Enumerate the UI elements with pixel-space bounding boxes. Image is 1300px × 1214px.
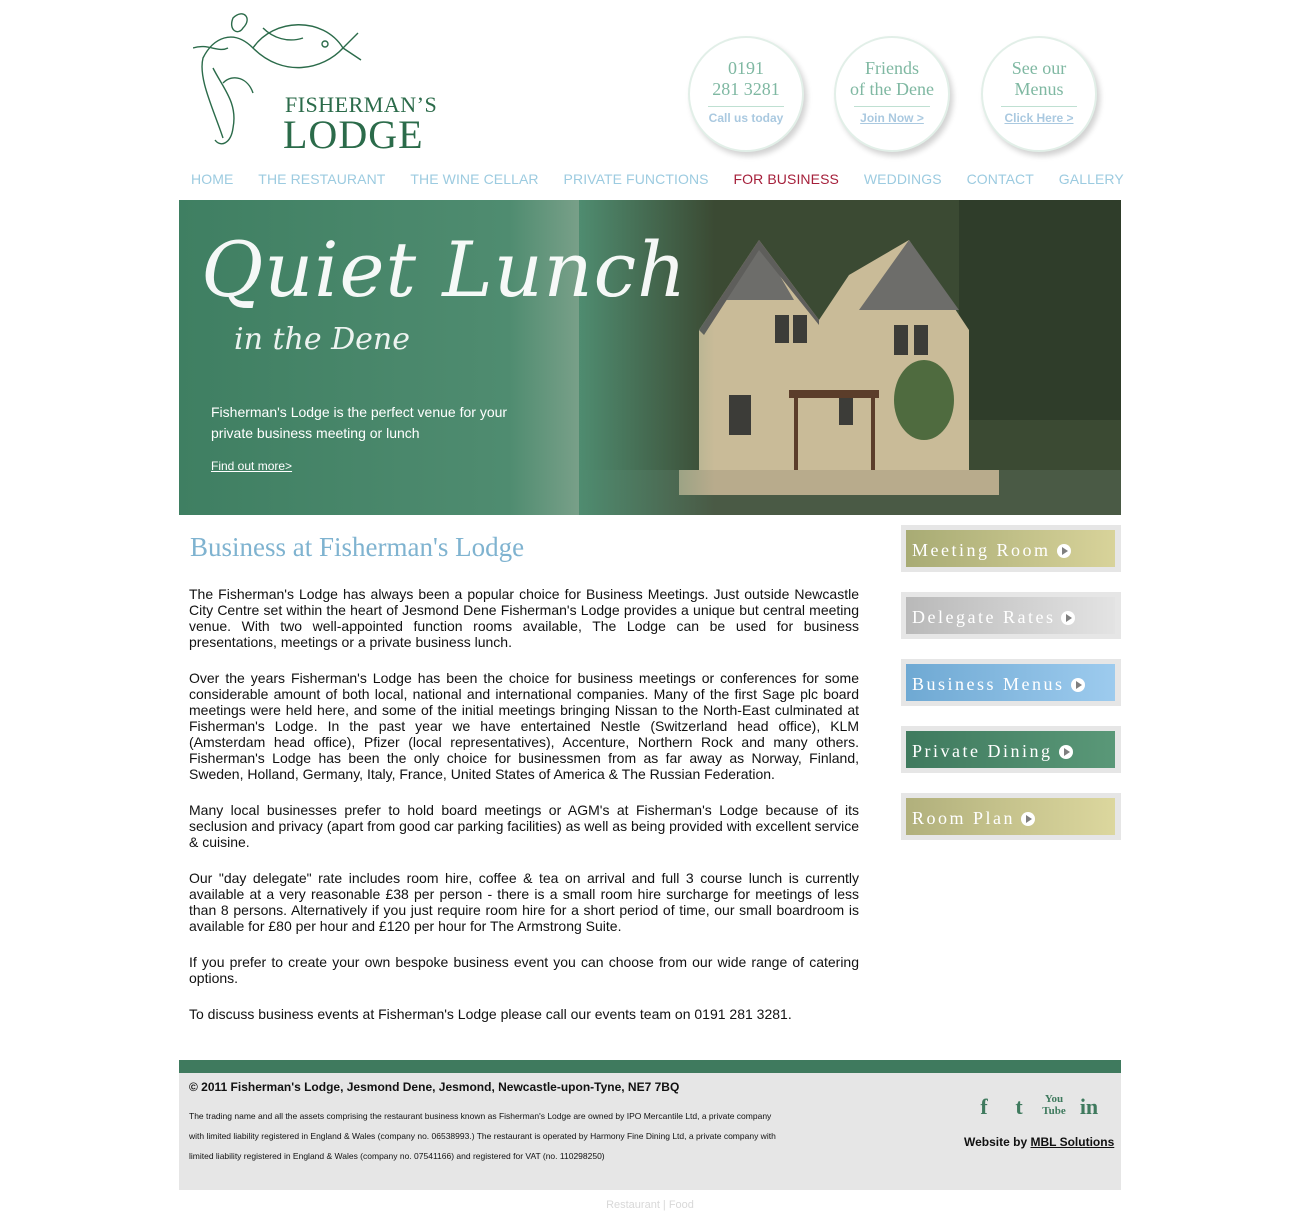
nav-private-functions[interactable]: PRIVATE FUNCTIONS xyxy=(564,171,709,187)
arrow-right-icon xyxy=(1021,811,1036,826)
nav-restaurant[interactable]: THE RESTAURANT xyxy=(258,171,385,187)
social-links: f t You Tube in xyxy=(971,1093,1111,1120)
logo-text-bottom: LODGE xyxy=(283,112,424,157)
phone-line-2: 281 3281 xyxy=(712,79,780,99)
menus-circle[interactable]: See our Menus Click Here > xyxy=(981,36,1097,152)
friends-circle[interactable]: Friends of the Dene Join Now > xyxy=(834,36,950,152)
nav-contact[interactable]: CONTACT xyxy=(967,171,1034,187)
paragraph: Many local businesses prefer to hold boa… xyxy=(189,802,859,850)
main-nav: HOME THE RESTAURANT THE WINE CELLAR PRIV… xyxy=(191,171,1145,187)
logo[interactable]: FISHERMAN’S LODGE xyxy=(192,8,437,157)
circle-divider xyxy=(1001,106,1077,107)
delegate-rates-label: Delegate Rates xyxy=(912,607,1056,627)
business-menus-label: Business Menus xyxy=(912,674,1065,694)
facebook-icon[interactable]: f xyxy=(971,1094,997,1120)
arrow-right-icon xyxy=(1056,543,1071,558)
footer: © 2011 Fisherman's Lodge, Jesmond Dene, … xyxy=(179,1073,1121,1190)
friends-line-2: of the Dene xyxy=(850,79,934,99)
main-body: The Fisherman's Lodge has always been a … xyxy=(189,586,859,1042)
meeting-room-label: Meeting Room xyxy=(912,540,1051,560)
call-us-circle[interactable]: 0191 281 3281 Call us today xyxy=(688,36,804,152)
menus-line-1: See our xyxy=(1011,58,1067,78)
banner-script-subtitle: in the Dene xyxy=(234,322,411,357)
delegate-rates-button[interactable]: Delegate Rates xyxy=(901,592,1121,639)
circle-divider xyxy=(854,106,930,107)
find-out-more-link[interactable]: Find out more> xyxy=(211,459,292,473)
nav-gallery[interactable]: GALLERY xyxy=(1059,171,1124,187)
join-now-link[interactable]: Join Now > xyxy=(860,111,924,125)
nav-weddings[interactable]: WEDDINGS xyxy=(864,171,942,187)
credit-prefix: Website by xyxy=(964,1135,1028,1149)
arrow-right-icon xyxy=(1070,677,1085,692)
circle-divider xyxy=(708,106,784,107)
private-dining-label: Private Dining xyxy=(912,741,1053,761)
room-plan-button[interactable]: Room Plan xyxy=(901,793,1121,840)
paragraph: Our "day delegate" rate includes room hi… xyxy=(189,870,859,934)
arrow-right-icon xyxy=(1058,744,1073,759)
copyright: © 2011 Fisherman's Lodge, Jesmond Dene, … xyxy=(189,1080,680,1094)
nav-home[interactable]: HOME xyxy=(191,171,233,187)
nav-wine-cellar[interactable]: THE WINE CELLAR xyxy=(410,171,538,187)
paragraph: To discuss business events at Fisherman'… xyxy=(189,1006,792,1022)
nav-for-business[interactable]: FOR BUSINESS xyxy=(734,171,839,187)
room-plan-label: Room Plan xyxy=(912,808,1016,828)
hero-banner: Quiet Lunch in the Dene Fisherman's Lodg… xyxy=(179,200,1121,515)
friends-line-1: Friends xyxy=(865,58,919,78)
meeting-room-button[interactable]: Meeting Room xyxy=(901,525,1121,572)
banner-text: Fisherman's Lodge is the perfect venue f… xyxy=(211,404,508,441)
paragraph: If you prefer to create your own bespoke… xyxy=(189,954,859,986)
website-credit: Website by MBL Solutions xyxy=(964,1135,1114,1149)
youtube-icon[interactable]: You Tube xyxy=(1041,1093,1067,1119)
business-menus-button[interactable]: Business Menus xyxy=(901,659,1121,706)
twitter-icon[interactable]: t xyxy=(1006,1094,1032,1120)
paragraph: The Fisherman's Lodge has always been a … xyxy=(189,586,859,650)
click-here-link[interactable]: Click Here > xyxy=(1004,111,1073,125)
call-us-label: Call us today xyxy=(708,111,784,125)
legal-text: The trading name and all the assets comp… xyxy=(189,1111,776,1161)
linkedin-icon[interactable]: in xyxy=(1076,1094,1102,1120)
arrow-right-icon xyxy=(1061,610,1076,625)
bottom-links[interactable]: Restaurant | Food xyxy=(0,1199,1300,1211)
phone-line-1: 0191 xyxy=(728,58,764,78)
mbl-solutions-link[interactable]: MBL Solutions xyxy=(1030,1135,1114,1149)
banner-script-title: Quiet Lunch xyxy=(201,225,688,314)
page-title: Business at Fisherman's Lodge xyxy=(190,532,525,562)
footer-bar xyxy=(179,1060,1121,1073)
paragraph: Over the years Fisherman's Lodge has bee… xyxy=(189,670,859,782)
private-dining-button[interactable]: Private Dining xyxy=(901,726,1121,773)
menus-line-2: Menus xyxy=(1014,79,1064,99)
